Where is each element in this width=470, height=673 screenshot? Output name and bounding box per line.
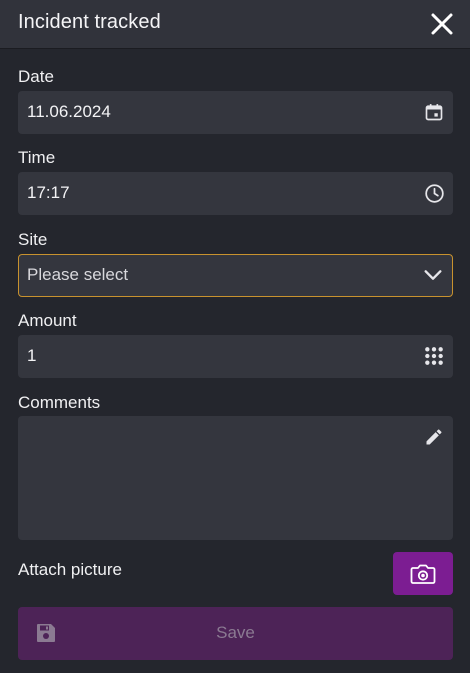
comments-textarea[interactable] bbox=[18, 416, 453, 540]
save-button-label: Save bbox=[216, 623, 255, 642]
site-selected-value: Please select bbox=[27, 265, 129, 284]
site-label: Site bbox=[18, 230, 48, 249]
amount-label: Amount bbox=[18, 311, 77, 330]
dialog-header: Incident tracked bbox=[0, 0, 470, 49]
dialog-title: Incident tracked bbox=[18, 11, 161, 33]
pencil-icon bbox=[423, 426, 445, 448]
save-button[interactable]: Save bbox=[18, 607, 453, 660]
amount-field[interactable]: 1 bbox=[18, 335, 453, 378]
close-button[interactable] bbox=[426, 8, 458, 40]
close-icon bbox=[431, 13, 453, 35]
keypad-icon[interactable] bbox=[423, 345, 445, 367]
site-select[interactable]: Please select bbox=[18, 254, 453, 297]
time-value: 17:17 bbox=[27, 183, 70, 202]
time-label: Time bbox=[18, 148, 56, 167]
clock-icon[interactable] bbox=[423, 182, 445, 204]
chevron-down-icon[interactable] bbox=[422, 264, 444, 286]
date-value: 11.06.2024 bbox=[27, 102, 111, 121]
time-field[interactable]: 17:17 bbox=[18, 172, 453, 215]
camera-icon bbox=[410, 564, 436, 584]
date-label: Date bbox=[18, 67, 54, 86]
calendar-icon[interactable] bbox=[423, 101, 445, 123]
date-field[interactable]: 11.06.2024 bbox=[18, 91, 453, 134]
attach-picture-button[interactable] bbox=[393, 552, 453, 595]
attach-picture-label: Attach picture bbox=[18, 560, 122, 579]
amount-value: 1 bbox=[27, 346, 37, 365]
comments-label: Comments bbox=[18, 393, 101, 412]
